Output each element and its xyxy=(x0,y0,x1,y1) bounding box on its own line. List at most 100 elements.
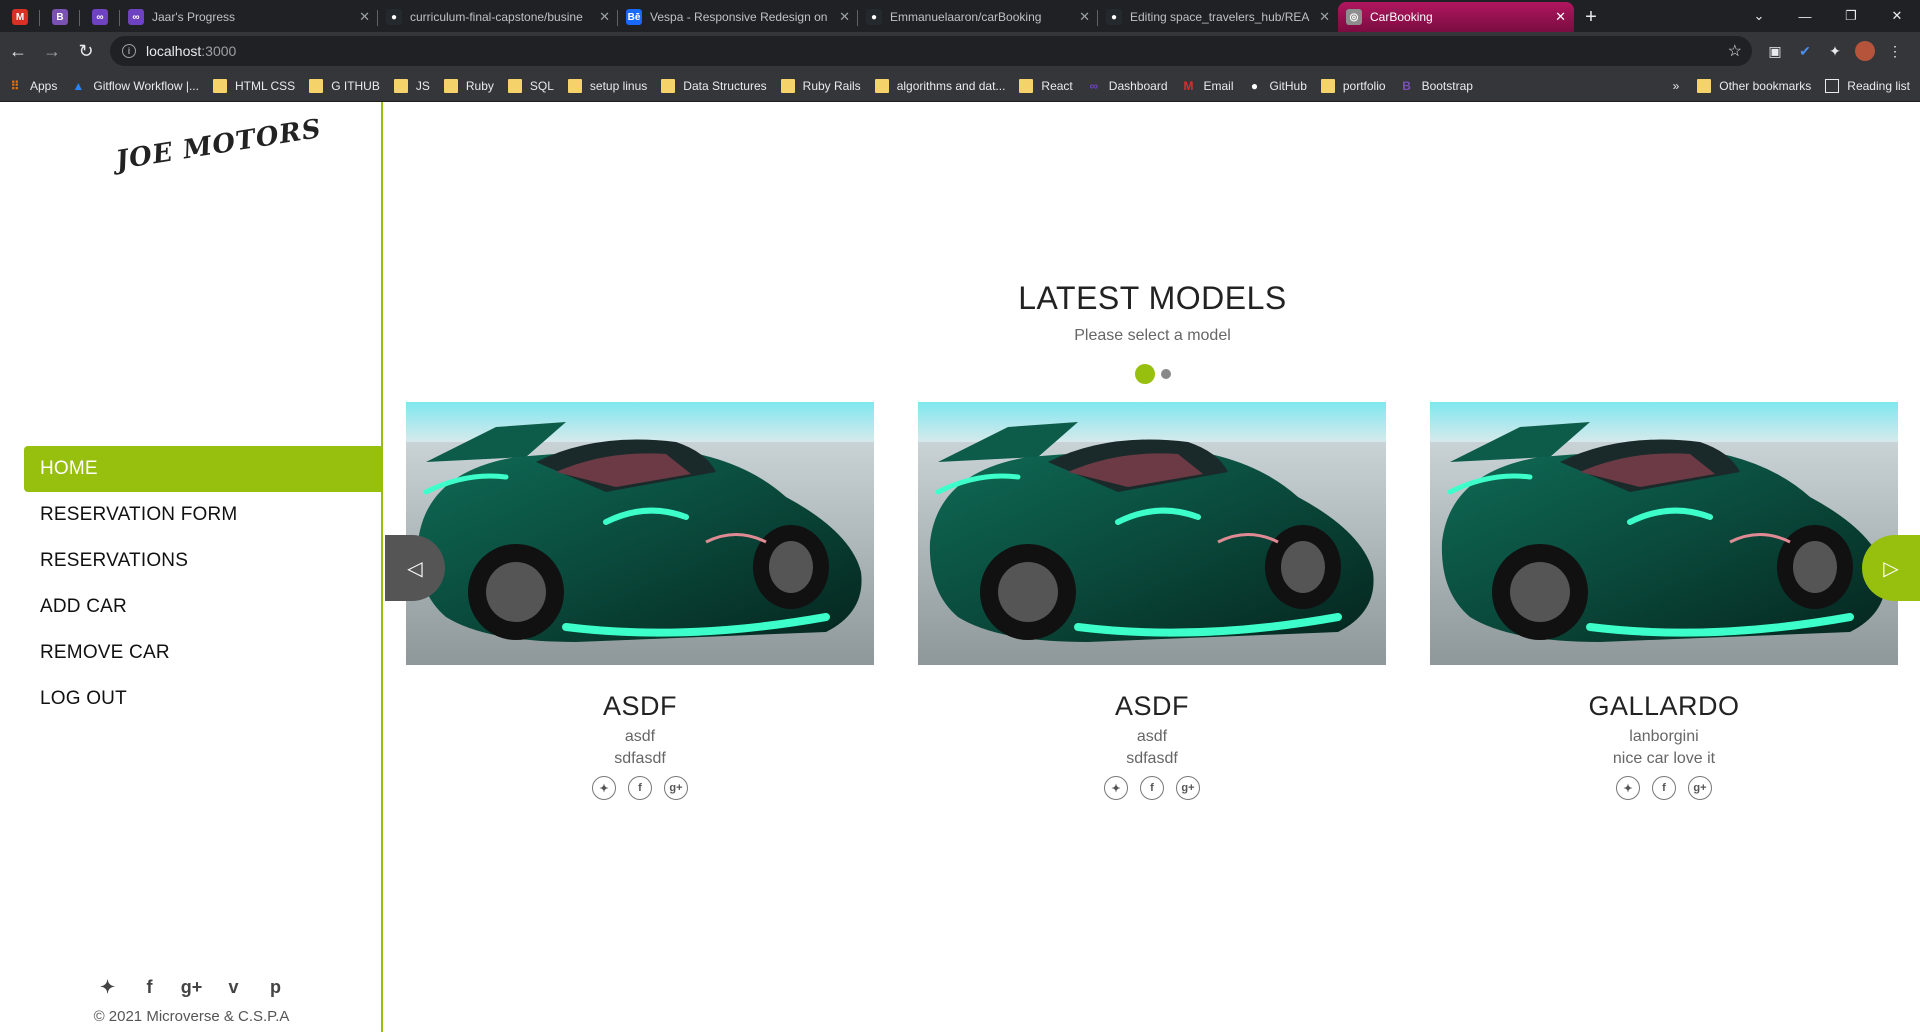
bookmark-item[interactable]: SQL xyxy=(507,78,554,93)
bookmark-item[interactable]: algorithms and dat... xyxy=(874,78,1005,93)
folder-icon xyxy=(309,78,324,93)
close-window-button[interactable]: ✕ xyxy=(1874,8,1920,24)
tab-search-icon[interactable]: ⌄ xyxy=(1736,8,1782,24)
car-social-links: ✦ f g+ xyxy=(918,776,1386,800)
facebook-icon[interactable]: f xyxy=(1652,776,1676,800)
bookmark-item[interactable]: ⠿ Apps xyxy=(8,79,58,93)
pinterest-icon[interactable]: p xyxy=(265,976,287,998)
bookmark-item[interactable]: portfolio xyxy=(1320,78,1386,93)
other-bookmarks[interactable]: Other bookmarks xyxy=(1697,79,1811,93)
close-tab-icon[interactable]: ✕ xyxy=(1555,9,1566,25)
facebook-icon[interactable]: f xyxy=(1140,776,1164,800)
window-controls: ⌄ — ❐ ✕ xyxy=(1736,0,1920,32)
checkmark-extension-icon[interactable]: ✔ xyxy=(1790,36,1820,66)
car-card[interactable]: ASDF asdf sdfasdf ✦ f g+ xyxy=(918,402,1386,800)
car-image[interactable] xyxy=(918,402,1386,665)
reading-list[interactable]: Reading list xyxy=(1825,79,1910,93)
bookmark-item[interactable]: G ITHUB xyxy=(309,78,380,93)
car-image[interactable] xyxy=(406,402,874,665)
profile-avatar-icon[interactable] xyxy=(1850,36,1880,66)
gmail-icon: M xyxy=(1183,78,1194,93)
bookmark-label: React xyxy=(1041,78,1073,93)
site-info-icon[interactable]: i xyxy=(122,44,136,58)
main-content: LATEST MODELS Please select a model ASDF… xyxy=(385,102,1920,1032)
carousel-next-button[interactable]: ▷ xyxy=(1862,535,1920,601)
tab[interactable]: ● curriculum-final-capstone/busine ✕ xyxy=(378,2,618,32)
nav-item-home[interactable]: HOME xyxy=(24,446,383,492)
nav-item-reservations[interactable]: RESERVATIONS xyxy=(24,538,383,584)
car-card[interactable]: ASDF asdf sdfasdf ✦ f g+ xyxy=(406,402,874,800)
tab[interactable]: ● Editing space_travelers_hub/REA ✕ xyxy=(1098,2,1338,32)
tab[interactable]: ● Emmanuelaaron/carBooking ✕ xyxy=(858,2,1098,32)
tab[interactable]: ∞ Jaar's Progress ✕ xyxy=(120,2,378,32)
car-make: asdf xyxy=(624,728,656,745)
tab-active[interactable]: ◎ CarBooking ✕ xyxy=(1338,2,1574,32)
pinned-tab[interactable]: ∞ xyxy=(80,2,120,32)
twitter-icon[interactable]: ✦ xyxy=(592,776,616,800)
google-plus-icon[interactable]: g+ xyxy=(664,776,688,800)
bookmark-item[interactable]: ▲ Gitflow Workflow |... xyxy=(71,79,199,93)
nav-item-reservation-form[interactable]: RESERVATION FORM xyxy=(24,492,383,538)
menu-icon[interactable]: ⋮ xyxy=(1880,36,1910,66)
bookmark-item[interactable]: JS xyxy=(393,78,430,93)
back-button[interactable]: ← xyxy=(2,35,34,67)
facebook-icon[interactable]: f xyxy=(139,976,161,998)
copyright-text: © 2021 Microverse & C.S.P.A xyxy=(93,1008,290,1025)
folder-icon xyxy=(874,78,889,93)
bookmark-item[interactable]: HTML CSS xyxy=(212,78,296,93)
google-plus-icon[interactable]: g+ xyxy=(1176,776,1200,800)
google-plus-icon[interactable]: g+ xyxy=(181,976,203,998)
puzzle-extensions-icon[interactable]: ✦ xyxy=(1820,36,1850,66)
close-tab-icon[interactable]: ✕ xyxy=(359,9,370,25)
nav-item-log-out[interactable]: LOG OUT xyxy=(24,676,383,722)
close-tab-icon[interactable]: ✕ xyxy=(839,9,850,25)
bookmark-star-icon[interactable]: ☆ xyxy=(1728,41,1742,61)
bookmark-label: Gitflow Workflow |... xyxy=(93,78,199,93)
carousel-dot[interactable] xyxy=(1160,369,1171,379)
bookmark-item[interactable]: React xyxy=(1019,78,1073,93)
bookmark-item[interactable]: B Bootstrap xyxy=(1400,79,1473,93)
tab-title: Vespa - Responsive Redesign on xyxy=(650,10,828,24)
google-plus-icon[interactable]: g+ xyxy=(1688,776,1712,800)
car-card[interactable]: GALLARDO lanborgini nice car love it ✦ f… xyxy=(1430,402,1898,800)
facebook-icon[interactable]: f xyxy=(628,776,652,800)
vimeo-icon[interactable]: v xyxy=(223,976,245,998)
bookmarks-overflow-button[interactable]: » xyxy=(1673,79,1680,93)
nav-item-add-car[interactable]: ADD CAR xyxy=(24,584,383,630)
tab-title: curriculum-final-capstone/busine xyxy=(410,10,583,24)
twitter-icon[interactable]: ✦ xyxy=(1616,776,1640,800)
forward-button[interactable]: → xyxy=(36,35,68,67)
twitter-icon[interactable]: ✦ xyxy=(1104,776,1128,800)
close-tab-icon[interactable]: ✕ xyxy=(1319,9,1330,25)
extensions-area: ▣ ✔ ✦ ⋮ xyxy=(1760,36,1910,66)
carousel-dot[interactable] xyxy=(1134,364,1155,384)
car-image[interactable] xyxy=(1430,402,1898,665)
bookmark-item[interactable]: ● GitHub xyxy=(1248,79,1307,93)
new-tab-button[interactable]: + xyxy=(1574,2,1608,32)
tab-title: CarBooking xyxy=(1370,10,1433,24)
bookmark-label: Ruby xyxy=(465,78,494,93)
close-tab-icon[interactable]: ✕ xyxy=(1079,9,1090,25)
github-icon: ● xyxy=(386,9,402,25)
bookmark-item[interactable]: setup linus xyxy=(567,78,647,93)
bookmark-item[interactable]: ∞ Dashboard xyxy=(1087,79,1168,93)
tab[interactable]: Bē Vespa - Responsive Redesign on ✕ xyxy=(618,2,858,32)
bookmark-item[interactable]: Ruby xyxy=(443,78,494,93)
address-bar[interactable]: i localhost:3000 ☆ xyxy=(110,36,1752,66)
logo[interactable]: JOE MOTORS xyxy=(114,114,324,176)
close-tab-icon[interactable]: ✕ xyxy=(599,9,610,25)
nav-item-remove-car[interactable]: REMOVE CAR xyxy=(24,630,383,676)
pinned-tab[interactable]: B xyxy=(40,2,80,32)
bookmark-item[interactable]: Ruby Rails xyxy=(780,78,861,93)
bookmark-label: HTML CSS xyxy=(234,78,296,93)
extension-icon[interactable]: ▣ xyxy=(1760,36,1790,66)
bookmark-label: Bootstrap xyxy=(1421,78,1473,93)
restore-button[interactable]: ❐ xyxy=(1828,8,1874,24)
minimize-button[interactable]: — xyxy=(1782,9,1828,24)
pinned-tab[interactable]: M xyxy=(0,2,40,32)
folder-icon xyxy=(212,78,227,93)
bookmark-item[interactable]: M Email xyxy=(1182,79,1234,93)
twitter-icon[interactable]: ✦ xyxy=(97,976,119,998)
bookmark-item[interactable]: Data Structures xyxy=(661,78,767,93)
reload-button[interactable]: ↻ xyxy=(70,35,102,67)
